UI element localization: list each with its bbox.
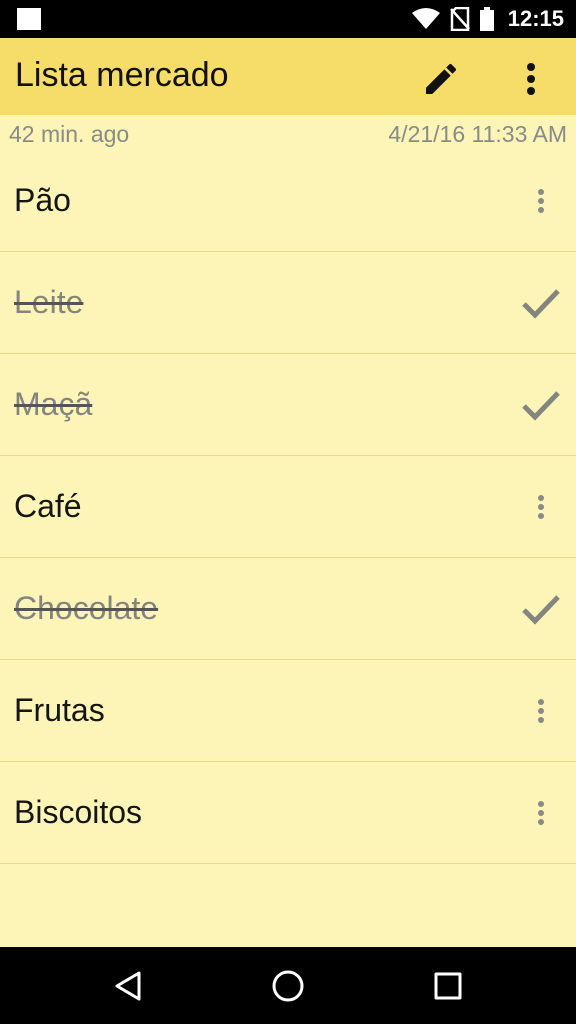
checked-toggle[interactable] [506,558,576,660]
home-button[interactable] [261,959,315,1013]
status-bar: 12:15 [0,0,576,38]
checked-toggle[interactable] [506,252,576,354]
list-item[interactable]: Frutas [0,660,576,762]
system-nav-bar [0,947,576,1024]
battery-icon [479,7,494,31]
home-icon [272,970,304,1002]
list-item[interactable]: Biscoitos [0,762,576,864]
list-item[interactable]: Café [0,456,576,558]
more-options-button[interactable] [508,55,554,103]
list-item[interactable]: Chocolate [0,558,576,660]
item-menu-button[interactable] [506,456,576,558]
more-vert-icon [538,495,544,519]
more-vert-icon [538,189,544,213]
checked-toggle[interactable] [506,354,576,456]
note-meta: 42 min. ago 4/21/16 11:33 AM [0,115,576,153]
status-icons: 12:15 [411,0,564,38]
status-time: 12:15 [507,6,564,31]
recents-button[interactable] [421,959,475,1013]
list-item[interactable]: Pão [0,150,576,252]
edit-button[interactable] [417,55,465,103]
back-icon [115,971,141,1001]
created-date: 4/21/16 11:33 AM [388,121,567,147]
edit-pencil-icon [426,63,457,94]
app-bar: Lista mercado [0,38,576,115]
item-label: Pão [14,182,71,218]
item-menu-button[interactable] [506,150,576,252]
no-sim-icon [449,7,470,31]
check-icon [522,391,560,421]
more-vert-icon [538,801,544,825]
more-vert-icon [538,699,544,723]
more-vert-icon [527,63,535,95]
checklist: Pão Leite Maçã Café Chocolate Frutas Bis… [0,150,576,864]
notification-icon [17,8,41,30]
item-label: Chocolate [14,590,159,626]
list-item[interactable]: Leite [0,252,576,354]
wifi-icon [411,8,440,29]
recents-icon [434,972,462,1000]
item-label: Frutas [14,692,105,728]
check-icon [522,595,560,625]
back-button[interactable] [101,959,155,1013]
item-menu-button[interactable] [506,660,576,762]
page-title: Lista mercado [15,56,229,94]
modified-age: 42 min. ago [9,121,130,147]
check-icon [522,289,560,319]
list-item[interactable]: Maçã [0,354,576,456]
item-label: Biscoitos [14,794,143,830]
item-label: Café [14,488,82,524]
item-label: Maçã [14,386,93,422]
item-label: Leite [14,284,84,320]
item-menu-button[interactable] [506,762,576,864]
